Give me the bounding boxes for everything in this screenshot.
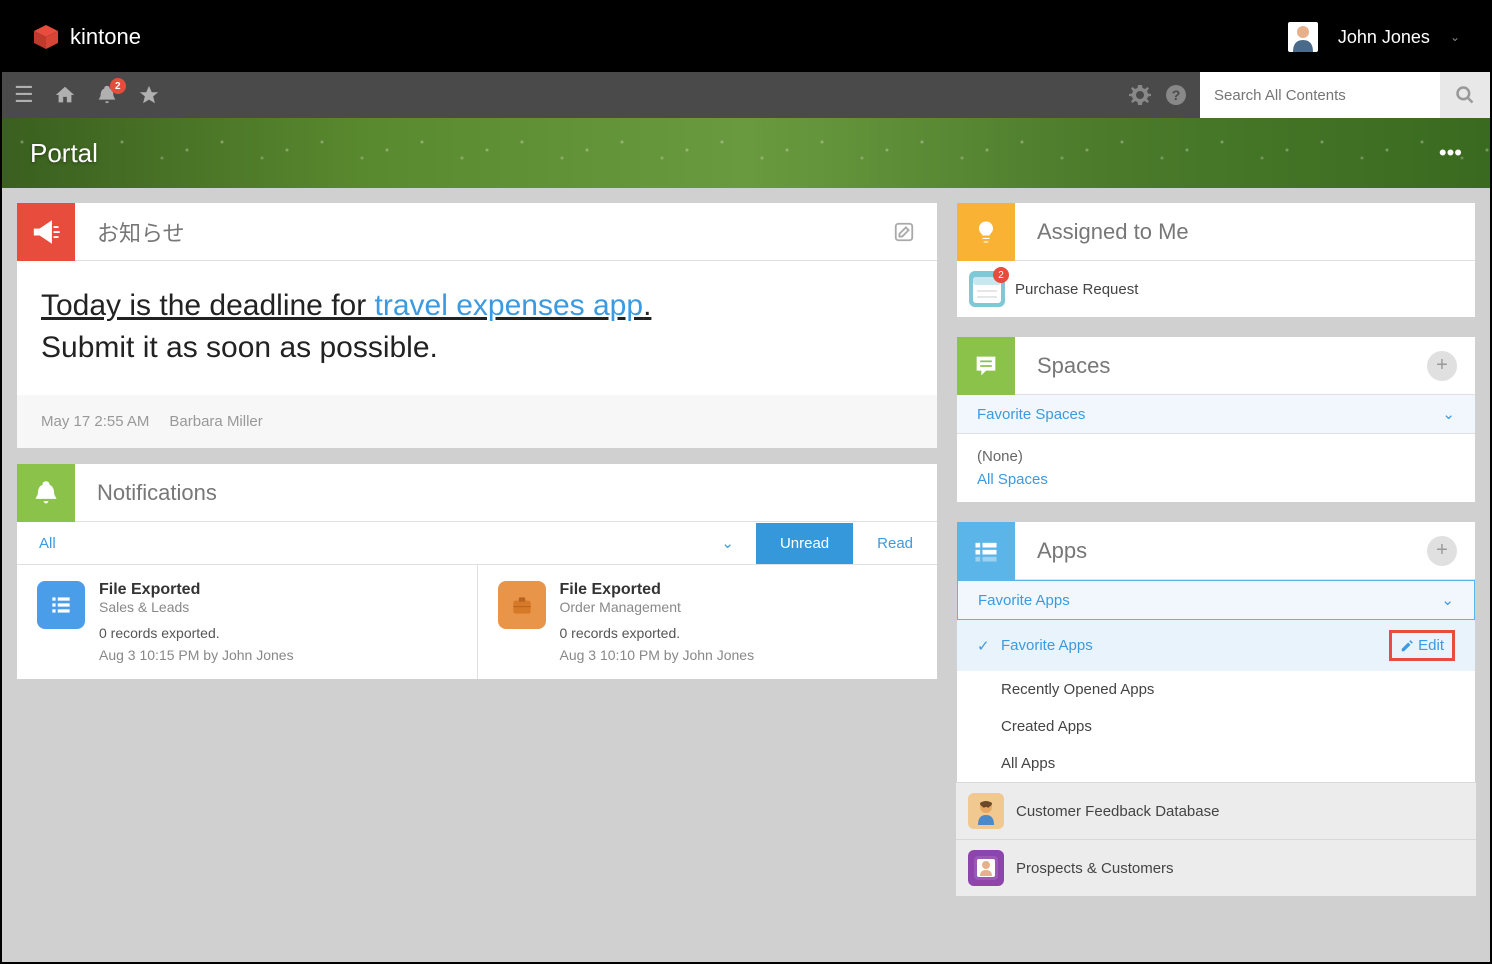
- brand-name: kintone: [70, 24, 141, 50]
- pencil-icon: [1400, 639, 1414, 653]
- announcement-author: Barbara Miller: [169, 413, 262, 430]
- edit-label: Edit: [1418, 637, 1444, 654]
- notif-time: Aug 3 10:10 PM by John Jones: [560, 647, 918, 663]
- tab-read[interactable]: Read: [853, 523, 937, 564]
- search-icon: [1455, 85, 1475, 105]
- star-icon[interactable]: [138, 84, 160, 106]
- notification-item[interactable]: File Exported Sales & Leads 0 records ex…: [17, 565, 478, 679]
- check-icon: ✓: [977, 637, 991, 655]
- home-icon[interactable]: [54, 84, 76, 106]
- announcement-title: お知らせ: [75, 216, 893, 248]
- tab-all-label: All: [39, 535, 56, 552]
- user-name: John Jones: [1338, 27, 1430, 48]
- app-list-item[interactable]: Customer Feedback Database: [956, 782, 1476, 839]
- edit-button[interactable]: [893, 221, 937, 243]
- edit-favorite-apps-button[interactable]: Edit: [1389, 630, 1455, 661]
- bell-icon[interactable]: 2: [96, 84, 118, 106]
- help-icon[interactable]: ?: [1164, 83, 1188, 107]
- notifications-title: Notifications: [75, 480, 937, 506]
- assigned-item[interactable]: 2 Purchase Request: [957, 261, 1475, 317]
- notif-title: File Exported: [560, 581, 918, 599]
- favorite-apps-dropdown[interactable]: Favorite Apps ⌄: [957, 580, 1475, 620]
- notification-item[interactable]: File Exported Order Management 0 records…: [478, 565, 938, 679]
- announcement-headline: Today is the deadline for travel expense…: [41, 289, 913, 323]
- lightbulb-icon: [957, 203, 1015, 261]
- tab-unread[interactable]: Unread: [756, 523, 853, 564]
- menu-item-label: Favorite Apps: [1001, 637, 1093, 654]
- favorite-spaces-dropdown[interactable]: Favorite Spaces ⌄: [957, 395, 1475, 434]
- page-title: Portal: [30, 138, 98, 169]
- menu-item-label: Recently Opened Apps: [1001, 681, 1154, 698]
- megaphone-icon: [17, 203, 75, 261]
- search-input[interactable]: [1200, 72, 1440, 118]
- travel-expenses-link[interactable]: travel expenses app: [375, 289, 644, 322]
- menu-item-label: Created Apps: [1001, 718, 1092, 735]
- announcement-panel: お知らせ Today is the deadline for travel ex…: [16, 202, 938, 449]
- spaces-title: Spaces: [1015, 353, 1427, 379]
- notifications-filter-all[interactable]: All ⌄: [17, 522, 756, 564]
- apps-title: Apps: [1015, 538, 1427, 564]
- notification-badge: 2: [110, 78, 126, 94]
- bell-panel-icon: [17, 464, 75, 522]
- chat-icon: [957, 337, 1015, 395]
- app-label: Customer Feedback Database: [1016, 803, 1219, 820]
- notif-app: Sales & Leads: [99, 599, 457, 615]
- logo-icon: [32, 23, 60, 51]
- assigned-item-label: Purchase Request: [1015, 281, 1138, 298]
- apps-menu-recent[interactable]: Recently Opened Apps: [957, 671, 1475, 708]
- announcement-timestamp: May 17 2:55 AM: [41, 413, 149, 430]
- chevron-down-icon: ⌄: [721, 534, 734, 552]
- app-list-item[interactable]: Prospects & Customers: [956, 839, 1476, 896]
- notif-desc: 0 records exported.: [99, 625, 457, 641]
- assigned-badge: 2: [993, 267, 1009, 283]
- spaces-panel: Spaces + Favorite Spaces ⌄ (None) All Sp…: [956, 336, 1476, 503]
- svg-text:?: ?: [1172, 87, 1181, 103]
- chevron-down-icon: ⌄: [1450, 30, 1460, 44]
- notif-time: Aug 3 10:15 PM by John Jones: [99, 647, 457, 663]
- gear-icon[interactable]: [1128, 83, 1152, 107]
- calendar-icon: 2: [969, 271, 1005, 307]
- person-icon: [968, 793, 1004, 829]
- apps-icon: [957, 522, 1015, 580]
- search-button[interactable]: [1440, 72, 1490, 118]
- avatar: [1288, 22, 1318, 52]
- portal-banner: Portal •••: [2, 118, 1490, 188]
- list-icon: [37, 581, 85, 629]
- notifications-panel: Notifications All ⌄ Unread Read File Exp…: [16, 463, 938, 680]
- spaces-none-label: (None): [977, 448, 1455, 465]
- notif-desc: 0 records exported.: [560, 625, 918, 641]
- search-box: [1200, 72, 1490, 118]
- portrait-icon: [968, 850, 1004, 886]
- apps-menu-all[interactable]: All Apps: [957, 745, 1475, 782]
- banner-menu-icon[interactable]: •••: [1439, 140, 1462, 166]
- apps-panel: Apps + Favorite Apps ⌄ ✓ Favorite Apps E…: [956, 521, 1476, 782]
- apps-menu-created[interactable]: Created Apps: [957, 708, 1475, 745]
- apps-dropdown-label: Favorite Apps: [978, 592, 1070, 609]
- app-label: Prospects & Customers: [1016, 860, 1174, 877]
- user-menu[interactable]: John Jones ⌄: [1288, 22, 1460, 52]
- briefcase-icon: [498, 581, 546, 629]
- notif-app: Order Management: [560, 599, 918, 615]
- announcement-subline: Submit it as soon as possible.: [41, 331, 913, 365]
- assigned-panel: Assigned to Me 2 Purchase Request: [956, 202, 1476, 318]
- headline-prefix: Today is the deadline for: [41, 289, 375, 322]
- toolbar: ☰ 2 ?: [2, 72, 1490, 118]
- assigned-title: Assigned to Me: [1015, 219, 1475, 245]
- menu-icon[interactable]: ☰: [14, 82, 34, 108]
- logo-area[interactable]: kintone: [32, 23, 141, 51]
- add-app-button[interactable]: +: [1427, 536, 1457, 566]
- top-bar: kintone John Jones ⌄: [2, 2, 1490, 72]
- add-space-button[interactable]: +: [1427, 351, 1457, 381]
- menu-item-label: All Apps: [1001, 755, 1055, 772]
- all-spaces-link[interactable]: All Spaces: [977, 471, 1455, 488]
- pencil-icon: [893, 221, 915, 243]
- apps-menu-favorite[interactable]: ✓ Favorite Apps Edit: [957, 620, 1475, 671]
- chevron-down-icon: ⌄: [1441, 591, 1454, 609]
- chevron-down-icon: ⌄: [1442, 405, 1455, 423]
- notif-title: File Exported: [99, 581, 457, 599]
- spaces-subheader-label: Favorite Spaces: [977, 406, 1085, 423]
- headline-suffix: .: [643, 289, 651, 322]
